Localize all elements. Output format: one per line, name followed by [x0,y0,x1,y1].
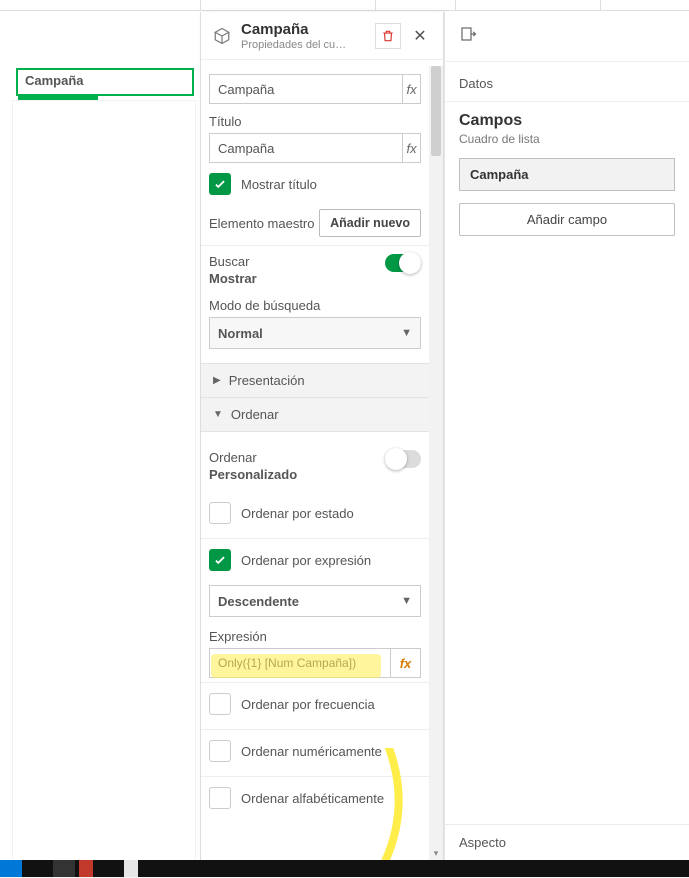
field-chip[interactable]: Campaña [459,158,675,191]
chevron-down-icon: ▼ [401,595,412,607]
add-new-button[interactable]: Añadir nuevo [319,209,421,237]
expression-input[interactable] [209,648,391,678]
close-button[interactable]: ✕ [407,23,433,49]
delete-button[interactable] [375,23,401,49]
sort-direction-select[interactable]: Descendente ▼ [209,585,421,617]
right-toolbar [445,12,689,62]
panel-header: Campaña Propiedades del cu… ✕ [201,12,443,60]
expression-label: Expresión [209,629,421,644]
listbox-object[interactable]: Campaña [16,68,194,96]
search-value: Mostrar [209,271,257,286]
sort-by-expression-label: Ordenar por expresión [241,553,371,568]
search-mode-select[interactable]: Normal ▼ [209,317,421,349]
right-sidebar: Datos Campos Cuadro de lista Campaña Aña… [444,12,689,860]
sort-by-expression-checkbox[interactable] [209,549,231,571]
triangle-right-icon: ▶ [213,375,221,386]
fields-heading: Campos [459,112,675,130]
scrollbar-thumb[interactable] [431,66,441,156]
search-toggle[interactable] [385,254,421,272]
title-label: Título [209,114,421,129]
panel-scrollbar[interactable]: ▾ [429,66,443,860]
search-label: Buscar [209,254,257,269]
data-tab[interactable]: Datos [445,62,689,102]
chevron-down-icon: ▼ [401,327,412,339]
fx-button-title[interactable]: fx [403,133,421,163]
add-field-button[interactable]: Añadir campo [459,203,675,236]
sort-by-frequency-label: Ordenar por frecuencia [241,697,375,712]
properties-panel: Campaña Propiedades del cu… ✕ fx Título … [200,12,444,860]
panel-title: Campaña [241,22,346,39]
search-mode-label: Modo de búsqueda [209,298,421,313]
sort-alpha-label: Ordenar alfabéticamente [241,791,384,806]
triangle-down-icon: ▼ [213,409,223,420]
sort-numeric-checkbox[interactable] [209,740,231,762]
title-input[interactable] [209,133,403,163]
cube-icon [211,25,233,47]
field-input[interactable] [209,74,403,104]
fx-button-field[interactable]: fx [403,74,421,104]
show-title-label: Mostrar título [241,177,317,192]
panel-subtitle: Propiedades del cu… [241,39,346,51]
sort-by-state-label: Ordenar por estado [241,506,354,521]
taskbar [0,860,689,877]
sort-section-label: Ordenar [231,407,279,422]
scroll-down-icon[interactable]: ▾ [431,848,441,858]
presentation-section[interactable]: ▶ Presentación [201,363,429,398]
sort-auto-toggle[interactable] [385,450,421,468]
fx-button-expression[interactable]: fx [391,648,421,678]
sort-value: Personalizado [209,467,297,482]
sort-alpha-checkbox[interactable] [209,787,231,809]
sort-label: Ordenar [209,450,297,465]
fields-subtitle: Cuadro de lista [459,132,675,146]
aspect-tab[interactable]: Aspecto [445,824,689,860]
export-icon[interactable] [459,25,477,48]
show-title-checkbox[interactable] [209,173,231,195]
sort-by-frequency-checkbox[interactable] [209,693,231,715]
sort-section[interactable]: ▼ Ordenar [201,398,429,432]
master-item-label: Elemento maestro [209,216,315,231]
sort-numeric-label: Ordenar numéricamente [241,744,382,759]
sort-by-state-checkbox[interactable] [209,502,231,524]
annotation-curve [381,748,421,860]
listbox-title: Campaña [25,73,84,88]
